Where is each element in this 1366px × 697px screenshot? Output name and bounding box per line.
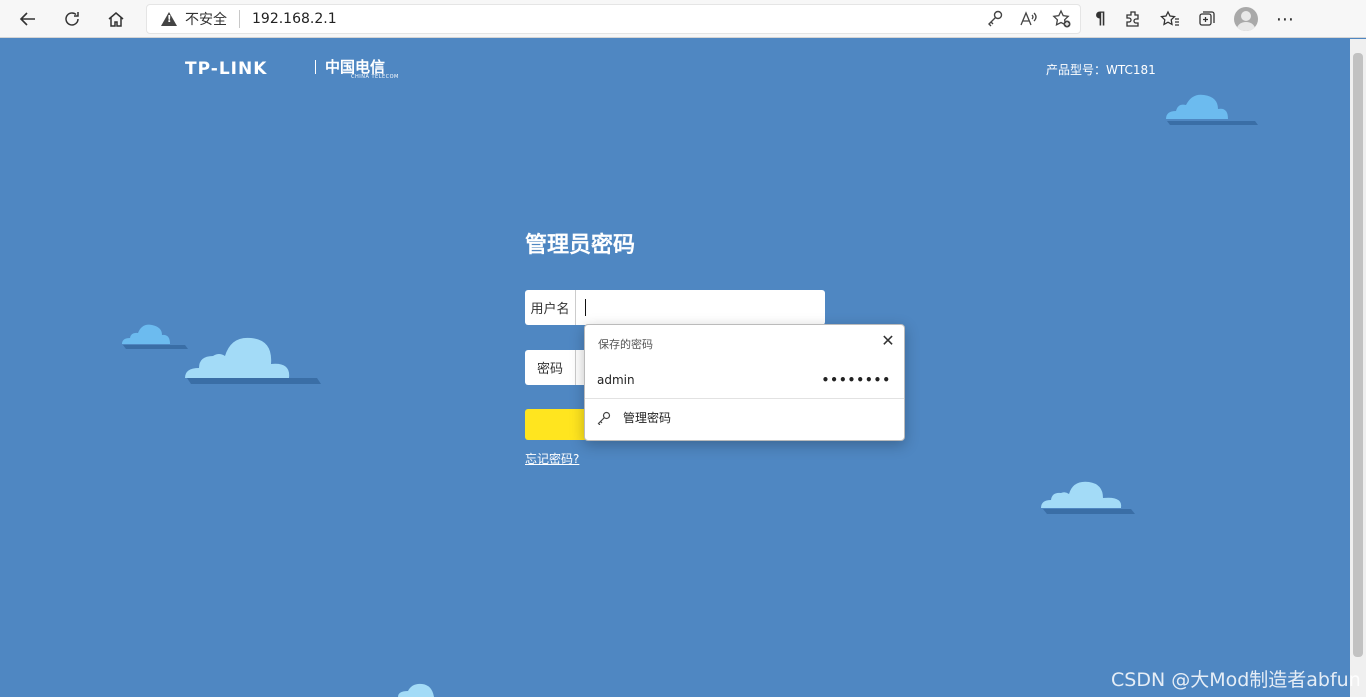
back-arrow-icon bbox=[19, 12, 35, 26]
login-title: 管理员密码 bbox=[525, 233, 636, 258]
read-aloud-icon[interactable] bbox=[1018, 9, 1038, 29]
extensions-icon[interactable] bbox=[1124, 10, 1142, 28]
profile-avatar-icon[interactable] bbox=[1233, 7, 1258, 31]
home-icon bbox=[108, 12, 124, 27]
saved-password-popup: 保存的密码 ✕ admin •••••••• 管理密码 bbox=[584, 324, 905, 441]
product-model-label: 产品型号：WTC181 bbox=[1046, 63, 1156, 77]
cloud-decoration bbox=[398, 683, 434, 697]
paragraph-extension-icon[interactable]: ¶ bbox=[1095, 9, 1106, 29]
router-login-page: TP-LINK 中国电信 CHINA TELECOM 产品型号：WTC181 管… bbox=[0, 39, 1350, 697]
home-button[interactable] bbox=[101, 5, 131, 33]
saved-password-mask: •••••••• bbox=[821, 373, 891, 387]
refresh-button[interactable] bbox=[57, 5, 87, 33]
scrollbar-thumb[interactable] bbox=[1353, 53, 1363, 657]
china-telecom-logo: 中国电信 CHINA TELECOM bbox=[325, 56, 399, 80]
cloud-decoration bbox=[1166, 94, 1258, 125]
cloud-decoration bbox=[185, 337, 321, 384]
username-label: 用户名 bbox=[525, 290, 576, 325]
popup-header: 保存的密码 bbox=[598, 338, 653, 351]
cloud-decoration bbox=[1041, 481, 1135, 514]
address-separator bbox=[239, 10, 240, 28]
username-input[interactable] bbox=[576, 290, 825, 325]
refresh-icon bbox=[65, 12, 79, 26]
security-indicator[interactable]: 不安全 bbox=[161, 9, 227, 29]
csdn-watermark: CSDN @大Mod制造者abfun bbox=[1111, 669, 1361, 691]
back-button[interactable] bbox=[13, 5, 43, 33]
page-scrollbar[interactable] bbox=[1350, 39, 1366, 697]
logo-divider bbox=[315, 60, 316, 74]
cloud-decoration bbox=[122, 324, 188, 349]
tplink-logo: TP-LINK bbox=[185, 59, 268, 79]
browser-extensions: ¶ ⋯ bbox=[1095, 5, 1295, 33]
close-icon[interactable]: ✕ bbox=[881, 333, 895, 349]
address-bar-icons bbox=[986, 9, 1072, 29]
password-label: 密码 bbox=[525, 350, 576, 385]
url-text[interactable]: 192.168.2.1 bbox=[252, 11, 337, 27]
security-label: 不安全 bbox=[185, 12, 227, 28]
telecom-logo-subtext: CHINA TELECOM bbox=[351, 74, 399, 80]
key-icon bbox=[597, 411, 611, 425]
warning-icon bbox=[161, 12, 177, 26]
manage-passwords-button[interactable]: 管理密码 bbox=[597, 409, 671, 426]
favorite-add-icon[interactable] bbox=[1052, 9, 1072, 29]
address-bar[interactable]: 不安全 192.168.2.1 bbox=[146, 4, 1081, 34]
username-field[interactable]: 用户名 bbox=[525, 290, 825, 325]
popup-divider bbox=[585, 398, 904, 399]
more-options-icon[interactable]: ⋯ bbox=[1276, 9, 1295, 30]
collections-icon[interactable] bbox=[1198, 10, 1216, 28]
text-cursor bbox=[585, 299, 586, 316]
key-icon[interactable] bbox=[986, 9, 1004, 29]
browser-toolbar: 不安全 192.168.2.1 ¶ ⋯ bbox=[0, 0, 1366, 38]
manage-passwords-label: 管理密码 bbox=[623, 411, 672, 425]
favorites-icon[interactable] bbox=[1159, 10, 1180, 28]
forgot-password-link[interactable]: 忘记密码? bbox=[525, 450, 579, 467]
saved-credential-item[interactable]: admin •••••••• bbox=[585, 363, 904, 397]
saved-username: admin bbox=[597, 373, 635, 387]
